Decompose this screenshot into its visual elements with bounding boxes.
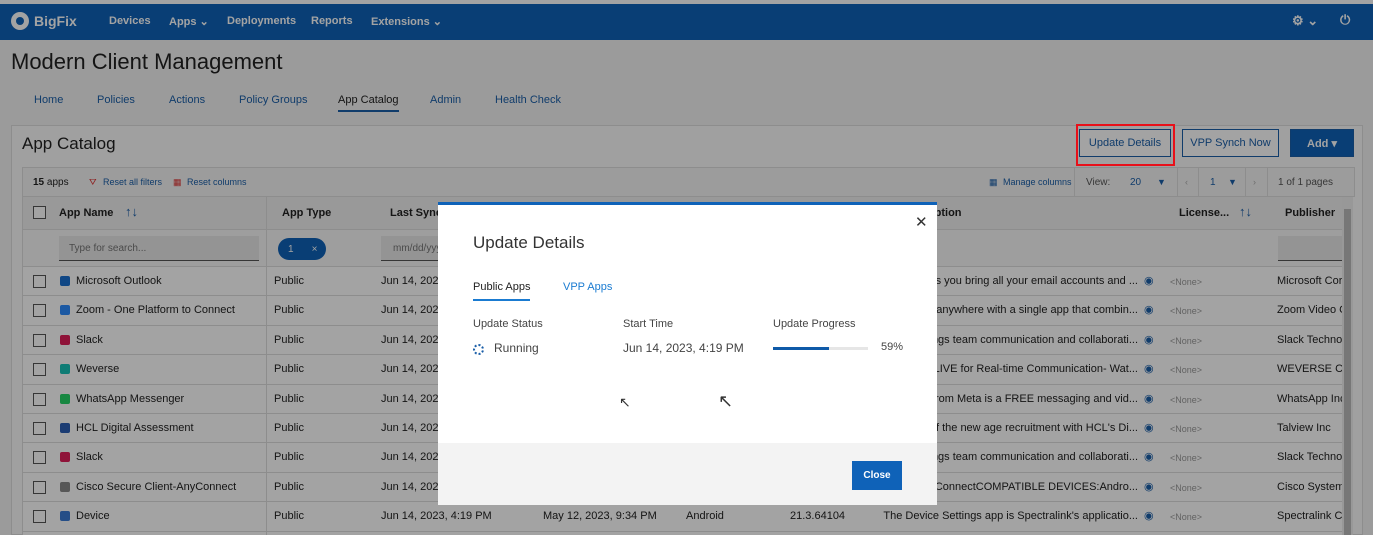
start-time-value: Jun 14, 2023, 4:19 PM <box>623 341 744 355</box>
update-details-modal: ✕ Update Details Public Apps VPP Apps Up… <box>438 202 937 505</box>
tab-public-apps[interactable]: Public Apps <box>473 281 531 301</box>
mouse-cursor-icon: ↖ <box>718 391 734 411</box>
close-button[interactable]: Close <box>852 461 902 490</box>
update-progress-bar <box>773 347 868 350</box>
update-progress-label: Update Progress <box>773 318 856 330</box>
modal-title: Update Details <box>473 233 585 252</box>
update-status-value: Running <box>494 341 539 355</box>
close-icon[interactable]: ✕ <box>915 213 928 231</box>
start-time-label: Start Time <box>623 318 674 330</box>
spinner-icon <box>473 344 484 355</box>
mouse-cursor-icon: ↖ <box>619 394 631 410</box>
update-status-label: Update Status <box>473 318 543 330</box>
update-progress-value: 59% <box>881 341 904 353</box>
tab-vpp-apps[interactable]: VPP Apps <box>563 281 612 293</box>
modal-footer: Close <box>438 443 937 505</box>
highlight-box <box>1076 124 1175 166</box>
